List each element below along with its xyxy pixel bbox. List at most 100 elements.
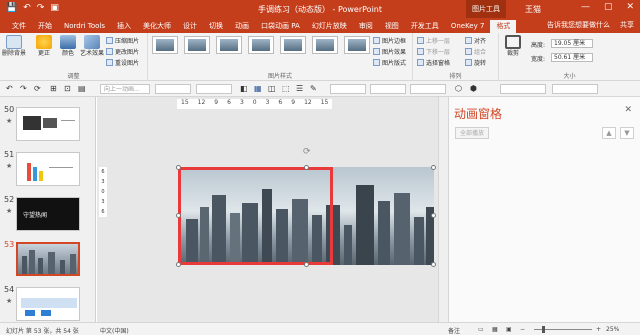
zoom-slider[interactable] [534,326,592,333]
toolbar-dropdown[interactable] [410,84,446,94]
tab-animations[interactable]: 动画 [229,20,255,33]
bring-forward-button[interactable]: 上移一层 [417,36,450,45]
distribute-icon[interactable]: ▦ [254,84,262,93]
crop-selection-frame[interactable] [178,167,333,265]
picture-layout-button[interactable]: 图片版式 [373,58,406,67]
align-left-icon[interactable]: ◧ [240,84,248,93]
selection-pane-button[interactable]: 选择窗格 [417,58,450,67]
resize-handle[interactable] [431,262,436,267]
resize-handle[interactable] [176,262,181,267]
style-thumb[interactable] [184,36,210,54]
resize-handle[interactable] [304,262,309,267]
style-thumb[interactable] [216,36,242,54]
redo-icon[interactable]: ↷ [20,84,27,93]
tab-meihua[interactable]: 美化大师 [137,20,177,33]
fill-shape-icon[interactable]: ⬢ [470,84,477,93]
resize-handle[interactable] [431,165,436,170]
toolbar-dropdown[interactable] [155,84,191,94]
tab-home[interactable]: 开始 [32,20,58,33]
sorter-view-icon[interactable]: ▦ [492,326,498,333]
normal-view-icon[interactable]: ▭ [478,326,484,333]
send-backward-button[interactable]: 下移一层 [417,47,450,56]
frame-icon[interactable]: ⊡ [64,84,71,93]
style-thumb[interactable] [312,36,338,54]
reset-picture-button[interactable]: 重设图片 [106,58,139,67]
refresh-icon[interactable]: ⟳ [34,84,41,93]
toolbar-dropdown[interactable] [196,84,232,94]
picture-effects-button[interactable]: 图片效果 [373,47,406,56]
vertical-scrollbar[interactable] [438,97,448,322]
tab-onekey[interactable]: OneKey 7 [445,20,491,33]
slide-preview [16,287,80,321]
tab-transitions[interactable]: 切换 [203,20,229,33]
align-center-icon[interactable]: ◫ [268,84,276,93]
resize-handle[interactable] [176,165,181,170]
reading-view-icon[interactable]: ▣ [506,326,512,333]
align-button[interactable]: 对齐 [465,36,486,45]
tab-file[interactable]: 文件 [6,20,32,33]
animation-pane: 动画窗格 ✕ 全部播放 ▲ ▼ [448,97,640,322]
toolbar-dropdown[interactable] [552,84,598,94]
color-button[interactable]: 颜色 [56,35,80,57]
slide-number: 53 [4,240,15,249]
undo-icon[interactable]: ↶ [6,84,13,93]
tab-nordri[interactable]: Nordri Tools [58,20,111,33]
toolbar-dropdown[interactable] [370,84,406,94]
group-button[interactable]: 组合 [465,47,486,56]
close-icon[interactable]: ✕ [624,105,632,115]
zoom-out-icon[interactable]: − [520,326,525,333]
resize-handle[interactable] [176,213,181,218]
notes-button[interactable]: 备注 [448,326,460,335]
picture-border-button[interactable]: 图片边框 [373,36,406,45]
rotate-handle-icon[interactable]: ⟳ [303,147,311,157]
resize-handle[interactable] [431,213,436,218]
rotate-button[interactable]: 旋转 [465,58,486,67]
width-field[interactable]: 50.61 厘米 [551,53,593,62]
tab-pocket-animation[interactable]: 口袋动画 PA [255,20,306,33]
tab-view[interactable]: 视图 [379,20,405,33]
tab-developer[interactable]: 开发工具 [405,20,445,33]
animation-dropdown[interactable]: 向上一动画... [100,84,150,94]
compress-pictures-button[interactable]: 压缩图片 [106,36,139,45]
select-icon[interactable]: ⬚ [282,84,290,93]
tab-format[interactable]: 格式 [490,20,517,33]
play-all-button[interactable]: 全部播放 [455,127,490,139]
share-button[interactable]: 共享 [620,20,634,30]
tab-review[interactable]: 审阅 [353,20,379,33]
tell-me-search[interactable]: 告诉我您想要做什么 [547,20,610,30]
pen-icon[interactable]: ✎ [310,84,317,93]
style-thumb[interactable] [280,36,306,54]
move-up-button[interactable]: ▲ [602,127,616,139]
resize-handle[interactable] [304,165,309,170]
compress-icon [106,37,113,44]
artistic-effects-button[interactable]: 艺术效果 [78,35,106,57]
list-icon[interactable]: ▤ [78,84,86,93]
corrections-button[interactable]: 更正 [32,35,56,57]
tab-slideshow[interactable]: 幻灯片放映 [306,20,353,33]
language-status[interactable]: 中文(中国) [100,326,129,335]
close-icon[interactable]: ✕ [626,2,634,12]
style-thumb[interactable] [344,36,370,54]
shape-icon[interactable]: ⬡ [455,84,462,93]
toolbar-dropdown[interactable] [500,84,546,94]
toolbar-dropdown[interactable] [330,84,366,94]
move-down-button[interactable]: ▼ [620,127,634,139]
slide-canvas: ⟳ [97,147,448,269]
zoom-in-icon[interactable]: + [596,326,601,333]
crop-button[interactable]: 裁剪 [501,35,525,57]
maximize-icon[interactable]: ▢ [604,2,613,12]
grid-icon[interactable]: ⊞ [50,84,57,93]
tab-design[interactable]: 设计 [177,20,203,33]
change-picture-button[interactable]: 更改图片 [106,47,139,56]
user-name[interactable]: 王猫 [525,4,541,15]
remove-background-button[interactable]: 删除背景 [2,35,26,57]
style-thumb[interactable] [248,36,274,54]
group-label-arrange: 排列 [449,73,462,80]
tab-insert[interactable]: 插入 [111,20,137,33]
paragraph-icon[interactable]: ☰ [296,84,303,93]
height-field[interactable]: 19.05 厘米 [551,39,593,48]
style-thumb[interactable] [152,36,178,54]
zoom-slider-thumb[interactable] [542,326,545,333]
minimize-icon[interactable]: — [581,2,590,12]
zoom-level[interactable]: 25% [606,326,619,333]
